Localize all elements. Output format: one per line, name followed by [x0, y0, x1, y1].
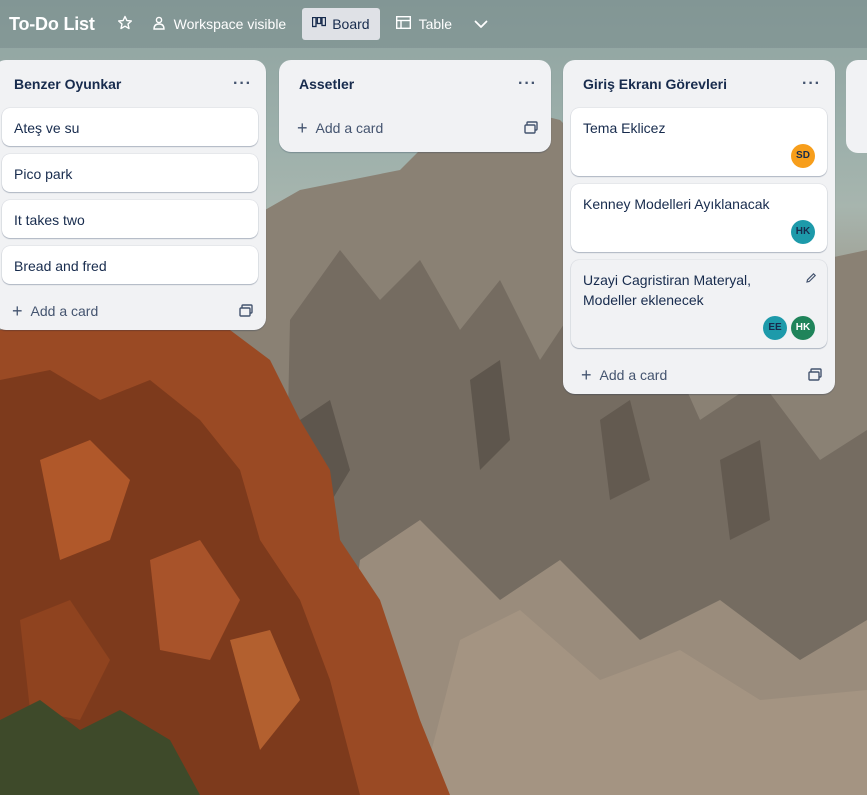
card-title: Uzayi Cagristiran Materyal, Modeller ekl…	[583, 272, 752, 308]
star-icon	[117, 15, 133, 34]
table-view-button[interactable]: Table	[386, 8, 462, 40]
plus-icon: +	[581, 365, 592, 385]
add-card-button[interactable]: + Add a card	[581, 365, 668, 385]
list-header: Benzer Oyunkar ···	[0, 60, 266, 108]
add-card-label: Add a card	[30, 303, 99, 319]
avatar[interactable]: HK	[791, 316, 815, 340]
card[interactable]: Ateş ve su	[2, 108, 258, 146]
ellipsis-icon[interactable]: ···	[802, 75, 821, 93]
card-title: It takes two	[14, 212, 85, 228]
avatar[interactable]: EE	[763, 316, 787, 340]
board-header: To-Do List Workspace visible Board Table	[0, 0, 867, 48]
star-board-button[interactable]	[109, 8, 141, 40]
card[interactable]: Tema Eklicez SD	[571, 108, 827, 176]
card[interactable]: Pico park	[2, 154, 258, 192]
card[interactable]: Kenney Modelleri Ayıklanacak HK	[571, 184, 827, 252]
list-header: Assetler ···	[279, 60, 551, 108]
avatar[interactable]: SD	[791, 144, 815, 168]
list-footer: + Add a card	[0, 292, 266, 330]
card-members: EE HK	[583, 316, 815, 340]
plus-icon: +	[297, 118, 308, 138]
list-footer: + Add a card	[279, 108, 551, 152]
list-giris-ekrani-gorevleri: Giriş Ekranı Görevleri ··· Tema Eklicez …	[563, 60, 835, 394]
list-assetler: Assetler ··· + Add a card	[279, 60, 551, 152]
add-card-label: Add a card	[599, 367, 668, 383]
add-card-button[interactable]: + Add a card	[12, 301, 99, 321]
list-benzer-oyunkar: Benzer Oyunkar ··· Ateş ve su Pico park …	[0, 60, 266, 330]
card[interactable]: Uzayi Cagristiran Materyal, Modeller ekl…	[571, 260, 827, 348]
visibility-label: Workspace visible	[173, 16, 287, 32]
card[interactable]: Bread and fred	[2, 246, 258, 284]
list-title[interactable]: Giriş Ekranı Görevleri	[583, 76, 727, 92]
board-view-button[interactable]: Board	[302, 8, 380, 40]
list-footer: + Add a card	[563, 356, 835, 394]
people-icon	[151, 15, 167, 34]
template-icon[interactable]	[523, 120, 539, 136]
card-title: Ateş ve su	[14, 120, 80, 136]
board-icon	[312, 16, 327, 32]
board-view-label: Board	[332, 16, 370, 32]
add-card-label: Add a card	[315, 120, 384, 136]
card-title: Kenney Modelleri Ayıklanacak	[583, 196, 770, 212]
list-title[interactable]: Assetler	[299, 76, 354, 92]
card-title: Tema Eklicez	[583, 120, 666, 136]
list-header: Giriş Ekranı Görevleri ···	[563, 60, 835, 108]
list-title[interactable]: Benzer Oyunkar	[14, 76, 121, 92]
avatar[interactable]: HK	[791, 220, 815, 244]
ellipsis-icon[interactable]: ···	[233, 75, 252, 93]
card-title: Pico park	[14, 166, 73, 182]
template-icon[interactable]	[238, 303, 254, 319]
ellipsis-icon[interactable]: ···	[518, 75, 537, 93]
pencil-icon[interactable]	[805, 270, 817, 290]
template-icon[interactable]	[807, 367, 823, 383]
visibility-button[interactable]: Workspace visible	[141, 8, 297, 40]
card-members: SD	[583, 144, 815, 168]
card-members: HK	[583, 220, 815, 244]
add-list-button[interactable]	[846, 60, 867, 153]
plus-icon: +	[12, 301, 23, 321]
table-icon	[395, 15, 411, 32]
card-title: Bread and fred	[14, 258, 107, 274]
table-view-label: Table	[418, 16, 453, 32]
add-card-button[interactable]: + Add a card	[297, 118, 384, 138]
more-views-button[interactable]	[464, 8, 498, 40]
board-title[interactable]: To-Do List	[9, 14, 95, 35]
chevron-down-icon	[474, 16, 488, 32]
card[interactable]: It takes two	[2, 200, 258, 238]
